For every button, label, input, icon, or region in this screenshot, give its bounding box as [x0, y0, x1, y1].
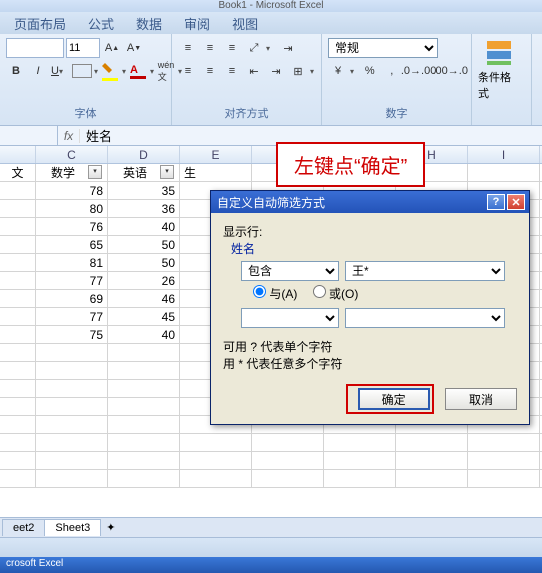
- annotation-callout: 左键点“确定”: [276, 142, 425, 187]
- wrap-text-icon[interactable]: ⇥: [278, 38, 298, 58]
- and-radio[interactable]: [253, 285, 266, 298]
- conditional-format-icon: [485, 39, 513, 67]
- table-row[interactable]: [0, 452, 542, 470]
- and-radio-label[interactable]: 与(A): [253, 285, 297, 302]
- tab-formula[interactable]: 公式: [78, 11, 124, 36]
- bold-button[interactable]: B: [6, 61, 26, 81]
- sheet-tabs: eet2 Sheet3 ✦: [0, 517, 542, 537]
- help-button[interactable]: ?: [487, 194, 505, 210]
- or-radio-label[interactable]: 或(O): [313, 285, 359, 302]
- indent-inc-icon[interactable]: ⇥: [266, 61, 286, 81]
- close-button[interactable]: ✕: [507, 194, 525, 210]
- hint1: 可用 ? 代表单个字符: [223, 338, 517, 355]
- ribbon-tabs: 页面布局 公式 数据 审阅 视图: [0, 12, 542, 34]
- header-row: 文▾ 数学▾ 英语▾ 生: [0, 164, 542, 182]
- align-group-label: 对齐方式: [178, 103, 315, 123]
- table-row[interactable]: [0, 470, 542, 488]
- sheet-tab-2[interactable]: eet2: [2, 519, 45, 536]
- operator2-select[interactable]: [241, 308, 339, 328]
- inc-decimal-icon[interactable]: .0→.00: [404, 61, 434, 81]
- merge-icon[interactable]: ⊞: [288, 61, 308, 81]
- or-radio[interactable]: [313, 285, 326, 298]
- font-family-select[interactable]: [6, 38, 64, 58]
- ok-highlight: 确定: [346, 384, 434, 414]
- fill-dd[interactable]: ▾: [122, 67, 126, 76]
- cond-format-label: 条件格式: [478, 69, 520, 101]
- formula-bar: fx 姓名: [0, 126, 542, 146]
- dialog-titlebar[interactable]: 自定义自动筛选方式 ? ✕: [211, 191, 529, 213]
- insert-sheet-icon[interactable]: ✦: [106, 521, 115, 534]
- operator1-select[interactable]: 包含: [241, 261, 339, 281]
- custom-autofilter-dialog: 自定义自动筛选方式 ? ✕ 显示行: 姓名 包含 王* 与(A) 或(O) 可用…: [210, 190, 530, 425]
- number-format-select[interactable]: 常规: [328, 38, 438, 58]
- font-size-select[interactable]: [66, 38, 100, 58]
- fontcolor-dd[interactable]: ▾: [150, 67, 154, 76]
- align-center-icon[interactable]: ≡: [200, 61, 220, 81]
- show-rows-label: 显示行:: [223, 223, 517, 240]
- ok-button[interactable]: 确定: [358, 388, 430, 410]
- indent-dec-icon[interactable]: ⇤: [244, 61, 264, 81]
- filter-btn-eng[interactable]: ▾: [160, 165, 174, 179]
- decrease-font-icon[interactable]: A▼: [124, 38, 144, 58]
- border-button[interactable]: [72, 64, 92, 78]
- percent-icon[interactable]: %: [360, 61, 380, 81]
- tab-layout[interactable]: 页面布局: [4, 11, 76, 36]
- orientation-icon[interactable]: ⤢: [244, 38, 264, 58]
- increase-font-icon[interactable]: A▲: [102, 38, 122, 58]
- tab-view[interactable]: 视图: [222, 11, 268, 36]
- column-headers: C D E F G H I: [0, 146, 542, 164]
- underline-button[interactable]: U▾: [50, 61, 70, 81]
- col-C[interactable]: C: [36, 146, 108, 163]
- cancel-button[interactable]: 取消: [445, 388, 517, 410]
- conditional-format-button[interactable]: 条件格式: [478, 38, 520, 102]
- curr-dd[interactable]: ▾: [350, 67, 358, 76]
- tab-review[interactable]: 审阅: [174, 11, 220, 36]
- merge-dd[interactable]: ▾: [310, 67, 315, 76]
- comma-icon[interactable]: ,: [382, 61, 402, 81]
- table-row[interactable]: [0, 434, 542, 452]
- border-dd[interactable]: ▾: [94, 67, 98, 76]
- align-left-icon[interactable]: ≡: [178, 61, 198, 81]
- col-E[interactable]: E: [180, 146, 252, 163]
- tab-data[interactable]: 数据: [126, 11, 172, 36]
- dialog-title: 自定义自动筛选方式: [215, 194, 485, 211]
- italic-button[interactable]: I: [28, 61, 48, 81]
- hint2: 用 * 代表任意多个字符: [223, 355, 517, 372]
- col-D[interactable]: D: [108, 146, 180, 163]
- value2-select[interactable]: [345, 308, 505, 328]
- status-bar: [0, 537, 542, 557]
- name-box[interactable]: [0, 126, 58, 145]
- align-bottom-icon[interactable]: ≡: [222, 38, 242, 58]
- sheet-tab-3[interactable]: Sheet3: [44, 519, 101, 536]
- font-color-button[interactable]: A: [128, 61, 148, 81]
- col-I[interactable]: I: [468, 146, 540, 163]
- align-top-icon[interactable]: ≡: [178, 38, 198, 58]
- taskbar-item[interactable]: crosoft Excel: [0, 557, 542, 573]
- fx-button[interactable]: fx: [58, 129, 80, 143]
- currency-icon[interactable]: ¥: [328, 61, 348, 81]
- dec-decimal-icon[interactable]: .00→.0: [435, 61, 465, 81]
- field-name: 姓名: [231, 240, 517, 257]
- value1-select[interactable]: 王*: [345, 261, 505, 281]
- align-middle-icon[interactable]: ≡: [200, 38, 220, 58]
- number-group-label: 数字: [328, 103, 465, 123]
- fill-color-button[interactable]: [100, 61, 120, 81]
- font-group-label: 字体: [6, 103, 165, 123]
- orient-dd[interactable]: ▾: [266, 44, 276, 53]
- align-right-icon[interactable]: ≡: [222, 61, 242, 81]
- ribbon: A▲ A▼ B I U▾ ▾ ▾ A▾ wén文▾ 字体 ≡ ≡ ≡ ⤢▾ ⇥: [0, 34, 542, 126]
- filter-btn-math[interactable]: ▾: [88, 165, 102, 179]
